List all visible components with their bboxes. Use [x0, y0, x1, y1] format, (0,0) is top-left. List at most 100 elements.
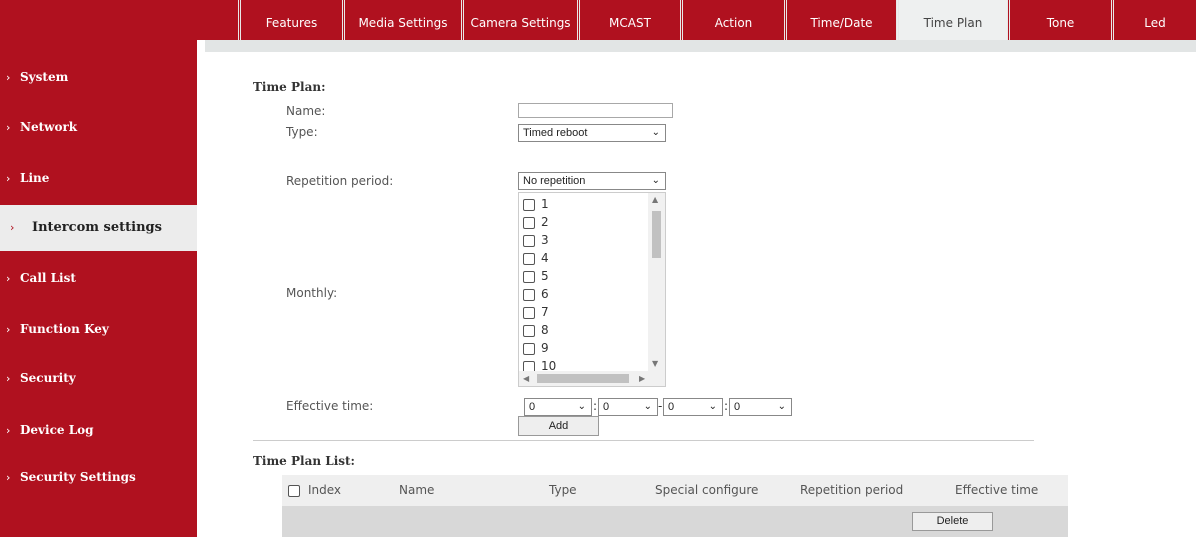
column-header-special-configure: Special configure — [655, 483, 759, 497]
chevron-down-icon: ⌄ — [777, 401, 786, 412]
tab-camera-settings[interactable]: Camera Settings — [461, 0, 577, 40]
sidebar-item-label: Function Key — [20, 322, 109, 336]
divider — [253, 440, 1034, 441]
column-header-effective-time: Effective time — [955, 483, 1039, 497]
sidebar-item-security[interactable]: › Security — [0, 359, 197, 397]
monthly-day-option[interactable]: 3 — [523, 233, 549, 251]
vertical-scroll-thumb[interactable] — [652, 211, 661, 258]
time-separator: : — [724, 399, 729, 413]
sidebar-item-label: System — [20, 70, 69, 84]
sidebar-item-line[interactable]: › Line — [0, 159, 197, 197]
sidebar-item-device-log[interactable]: › Device Log — [0, 411, 197, 449]
start-minute-select[interactable]: 0 ⌄ — [598, 398, 658, 416]
delete-button[interactable]: Delete — [912, 512, 993, 531]
horizontal-scroll-thumb[interactable] — [537, 374, 629, 383]
name-input[interactable] — [518, 103, 673, 118]
sidebar-item-label: Line — [20, 171, 50, 185]
checkbox[interactable] — [523, 198, 535, 211]
sidebar-item-network[interactable]: › Network — [0, 108, 197, 146]
chevron-right-icon: › — [6, 121, 11, 134]
effective-time-label: Effective time: — [286, 399, 374, 413]
table-header: Index Name Type Special configure Repeti… — [282, 475, 1068, 506]
column-header-repetition-period: Repetition period — [800, 483, 904, 497]
table-footer-row: Delete — [282, 506, 1068, 537]
checkbox[interactable] — [523, 234, 535, 247]
tab-time-plan[interactable]: Time Plan — [896, 0, 1007, 40]
vertical-scrollbar[interactable]: ▲ ▼ — [648, 193, 665, 371]
tab-underline-strip — [205, 40, 1196, 52]
sidebar-item-system[interactable]: › System — [0, 58, 197, 96]
time-plan-list-title: Time Plan List: — [253, 454, 355, 468]
sidebar-item-label: Intercom settings — [32, 220, 162, 235]
sidebar-item-label: Device Log — [20, 423, 94, 437]
add-button[interactable]: Add — [518, 416, 599, 436]
monthly-listbox[interactable]: 1 2 3 4 5 6 7 8 9 10 ▲ ▼ ◀ ▶ — [518, 192, 666, 387]
repetition-period-select[interactable]: No repetition ⌄ — [518, 172, 666, 190]
monthly-day-option[interactable]: 4 — [523, 251, 549, 269]
column-header-name: Name — [399, 483, 435, 497]
chevron-down-icon: ⌄ — [708, 401, 717, 412]
checkbox[interactable] — [523, 288, 535, 301]
monthly-day-option[interactable]: 5 — [523, 269, 549, 287]
horizontal-scrollbar[interactable]: ◀ ▶ — [519, 371, 665, 386]
select-all-checkbox[interactable] — [288, 485, 300, 497]
checkbox[interactable] — [523, 216, 535, 229]
tab-action[interactable]: Action — [680, 0, 784, 40]
sidebar-item-intercom-settings[interactable]: › Intercom settings — [0, 205, 197, 251]
time-plan-section-title: Time Plan: — [253, 80, 326, 94]
chevron-right-icon: › — [6, 372, 11, 385]
chevron-right-icon: › — [10, 221, 15, 234]
name-label: Name: — [286, 104, 326, 118]
scroll-up-arrow-icon[interactable]: ▲ — [652, 195, 658, 204]
monthly-day-option[interactable]: 8 — [523, 323, 549, 341]
chevron-right-icon: › — [6, 272, 11, 285]
sidebar-item-label: Call List — [20, 271, 76, 285]
tab-mcast[interactable]: MCAST — [577, 0, 680, 40]
repetition-select-value: No repetition — [523, 175, 586, 187]
chevron-down-icon: ⌄ — [651, 127, 660, 138]
end-hour-select[interactable]: 0 ⌄ — [663, 398, 723, 416]
chevron-right-icon: › — [6, 424, 11, 437]
chevron-down-icon: ⌄ — [651, 175, 660, 186]
start-hour-select[interactable]: 0 ⌄ — [524, 398, 592, 416]
top-tab-bar: Features Media Settings Camera Settings … — [0, 0, 1196, 40]
column-header-index: Index — [308, 483, 342, 497]
scroll-left-arrow-icon[interactable]: ◀ — [523, 374, 529, 383]
checkbox[interactable] — [523, 270, 535, 283]
checkbox[interactable] — [523, 342, 535, 355]
sidebar-item-call-list[interactable]: › Call List — [0, 259, 197, 297]
scroll-right-arrow-icon[interactable]: ▶ — [639, 374, 645, 383]
monthly-day-option[interactable]: 2 — [523, 215, 549, 233]
checkbox[interactable] — [523, 324, 535, 337]
tab-tone[interactable]: Tone — [1007, 0, 1111, 40]
checkbox[interactable] — [523, 252, 535, 265]
chevron-down-icon: ⌄ — [643, 401, 652, 412]
sidebar-item-label: Network — [20, 120, 78, 134]
tab-led[interactable]: Led — [1111, 0, 1196, 40]
scroll-down-arrow-icon[interactable]: ▼ — [652, 359, 658, 368]
sidebar-item-label: Security Settings — [20, 470, 136, 484]
chevron-right-icon: › — [6, 323, 11, 336]
repetition-period-label: Repetition period: — [286, 174, 394, 188]
tab-features[interactable]: Features — [238, 0, 342, 40]
checkbox[interactable] — [523, 306, 535, 319]
tab-time-date[interactable]: Time/Date — [784, 0, 896, 40]
type-select-value: Timed reboot — [523, 127, 588, 139]
chevron-right-icon: › — [6, 71, 11, 84]
monthly-day-option[interactable]: 6 — [523, 287, 549, 305]
sidebar: › System › Network › Line › Intercom setting… — [0, 0, 197, 537]
monthly-day-option[interactable]: 1 — [523, 197, 549, 215]
type-label: Type: — [286, 125, 318, 139]
type-select[interactable]: Timed reboot ⌄ — [518, 124, 666, 142]
sidebar-item-label: Security — [20, 371, 76, 385]
time-separator: : — [593, 399, 598, 413]
monthly-day-option[interactable]: 7 — [523, 305, 549, 323]
sidebar-item-function-key[interactable]: › Function Key — [0, 310, 197, 348]
monthly-day-option[interactable]: 9 — [523, 341, 549, 359]
tab-media-settings[interactable]: Media Settings — [342, 0, 461, 40]
chevron-right-icon: › — [6, 471, 11, 484]
end-minute-select[interactable]: 0 ⌄ — [729, 398, 792, 416]
range-separator: - — [658, 399, 663, 413]
monthly-label: Monthly: — [286, 286, 338, 300]
sidebar-item-security-settings[interactable]: › Security Settings — [0, 458, 197, 496]
